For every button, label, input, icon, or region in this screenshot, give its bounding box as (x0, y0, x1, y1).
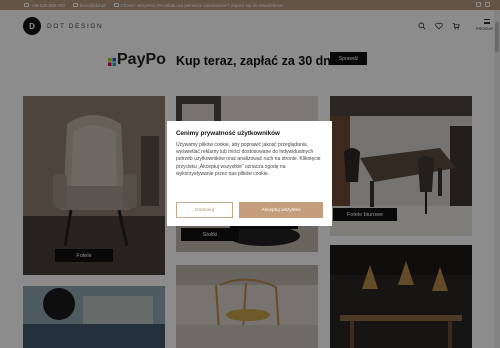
site-header: D DOT DESIGN PRODUKTY (0, 10, 500, 42)
logo-text: DOT DESIGN (47, 22, 104, 30)
cookie-title: Cenimy prywatność użytkowników (176, 130, 280, 137)
check-button[interactable]: Sprawdź (330, 52, 367, 65)
tile-label-tables[interactable]: Stoliki (181, 228, 239, 241)
logo[interactable]: D DOT DESIGN (23, 17, 103, 35)
chairs-image (176, 265, 318, 348)
cookie-body: Używamy plików cookie, aby poprawić jako… (176, 142, 321, 177)
tile-bottom-right[interactable] (330, 245, 472, 348)
menu-icon (484, 19, 490, 24)
paypo-pay: Pay (117, 51, 146, 68)
cookie-consent-dialog: Cenimy prywatność użytkowników Używamy p… (167, 121, 332, 226)
email-address: biuro@dot.pl (79, 2, 106, 8)
paypo-squares-icon (108, 58, 116, 66)
dining-image (330, 245, 472, 348)
phone-contact[interactable]: +48 535 888 000 (24, 3, 65, 8)
mail-icon (72, 3, 78, 7)
phone-icon (24, 3, 29, 7)
paypo-logo: Pay Po (108, 51, 166, 69)
promo-title: Kup teraz, zapłać za 30 dni (176, 54, 335, 68)
email-contact[interactable]: biuro@dot.pl (72, 2, 106, 8)
tile-label-office-chairs[interactable]: Fotele biurowe (333, 208, 397, 221)
tile-armchairs[interactable]: Fotele (23, 96, 165, 275)
top-info-bar: +48 535 888 000 biuro@dot.pl Chcesz otrz… (0, 0, 500, 10)
tile-label-armchairs[interactable]: Fotele (55, 249, 113, 262)
logo-mark: D (23, 17, 41, 35)
tile-bottom-middle[interactable] (176, 265, 318, 348)
tile-bottom-left[interactable] (23, 286, 165, 348)
customize-button[interactable]: Dostosuj (176, 202, 233, 218)
paypo-po: Po (145, 51, 166, 68)
facebook-icon[interactable] (476, 2, 481, 7)
envelope-icon (113, 3, 119, 7)
page-scrollbar[interactable] (494, 10, 500, 348)
header-actions (418, 22, 460, 30)
newsletter-text: Chcesz otrzymać 3% rabatu na pierwsze za… (120, 2, 283, 8)
heart-icon[interactable] (435, 22, 443, 30)
search-icon[interactable] (418, 22, 426, 30)
phone-number: +48 535 888 000 (31, 2, 65, 8)
cookie-actions: Dostosuj Akceptuj wszystko (176, 202, 323, 218)
scrollbar-thumb[interactable] (495, 22, 499, 52)
newsletter-promo[interactable]: Chcesz otrzymać 3% rabatu na pierwsze za… (113, 2, 283, 8)
accept-all-button[interactable]: Akceptuj wszystko (239, 202, 323, 218)
tile-office-chairs[interactable]: Fotele biurowe (330, 96, 472, 236)
instagram-icon[interactable] (485, 2, 490, 7)
social-icons (476, 2, 490, 7)
cart-icon[interactable] (452, 22, 460, 30)
decor-image (23, 286, 165, 348)
